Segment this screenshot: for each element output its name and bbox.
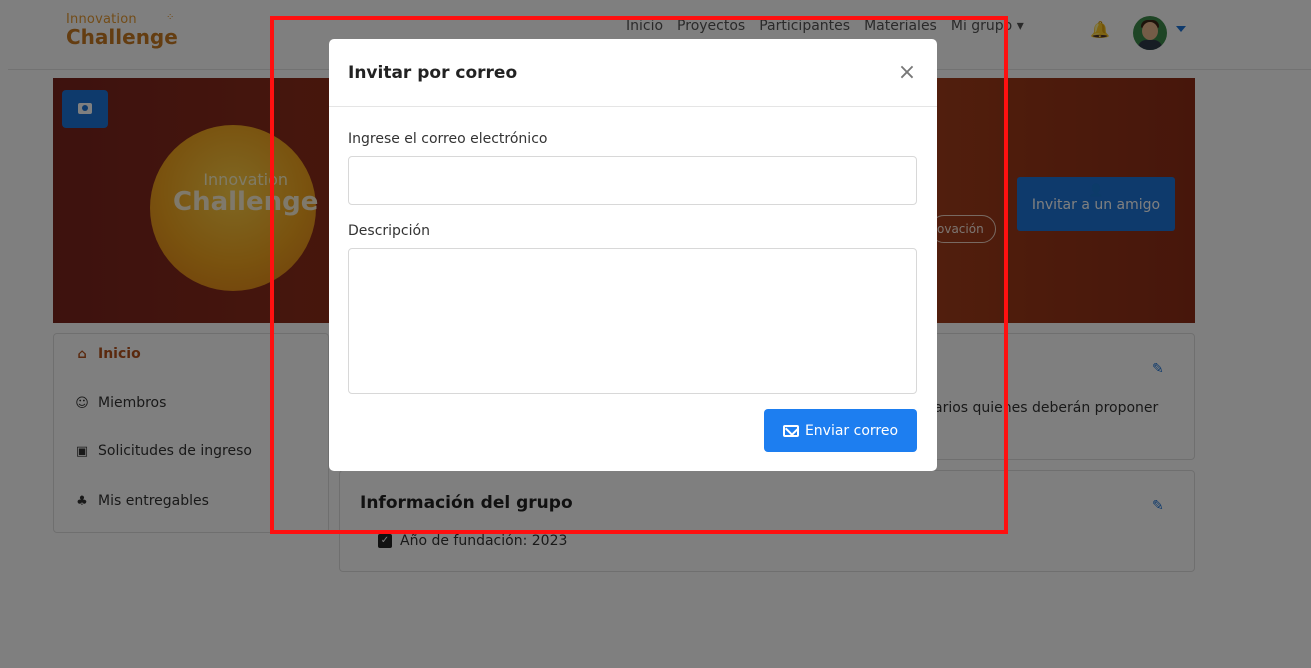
highlight-box (270, 16, 1008, 534)
